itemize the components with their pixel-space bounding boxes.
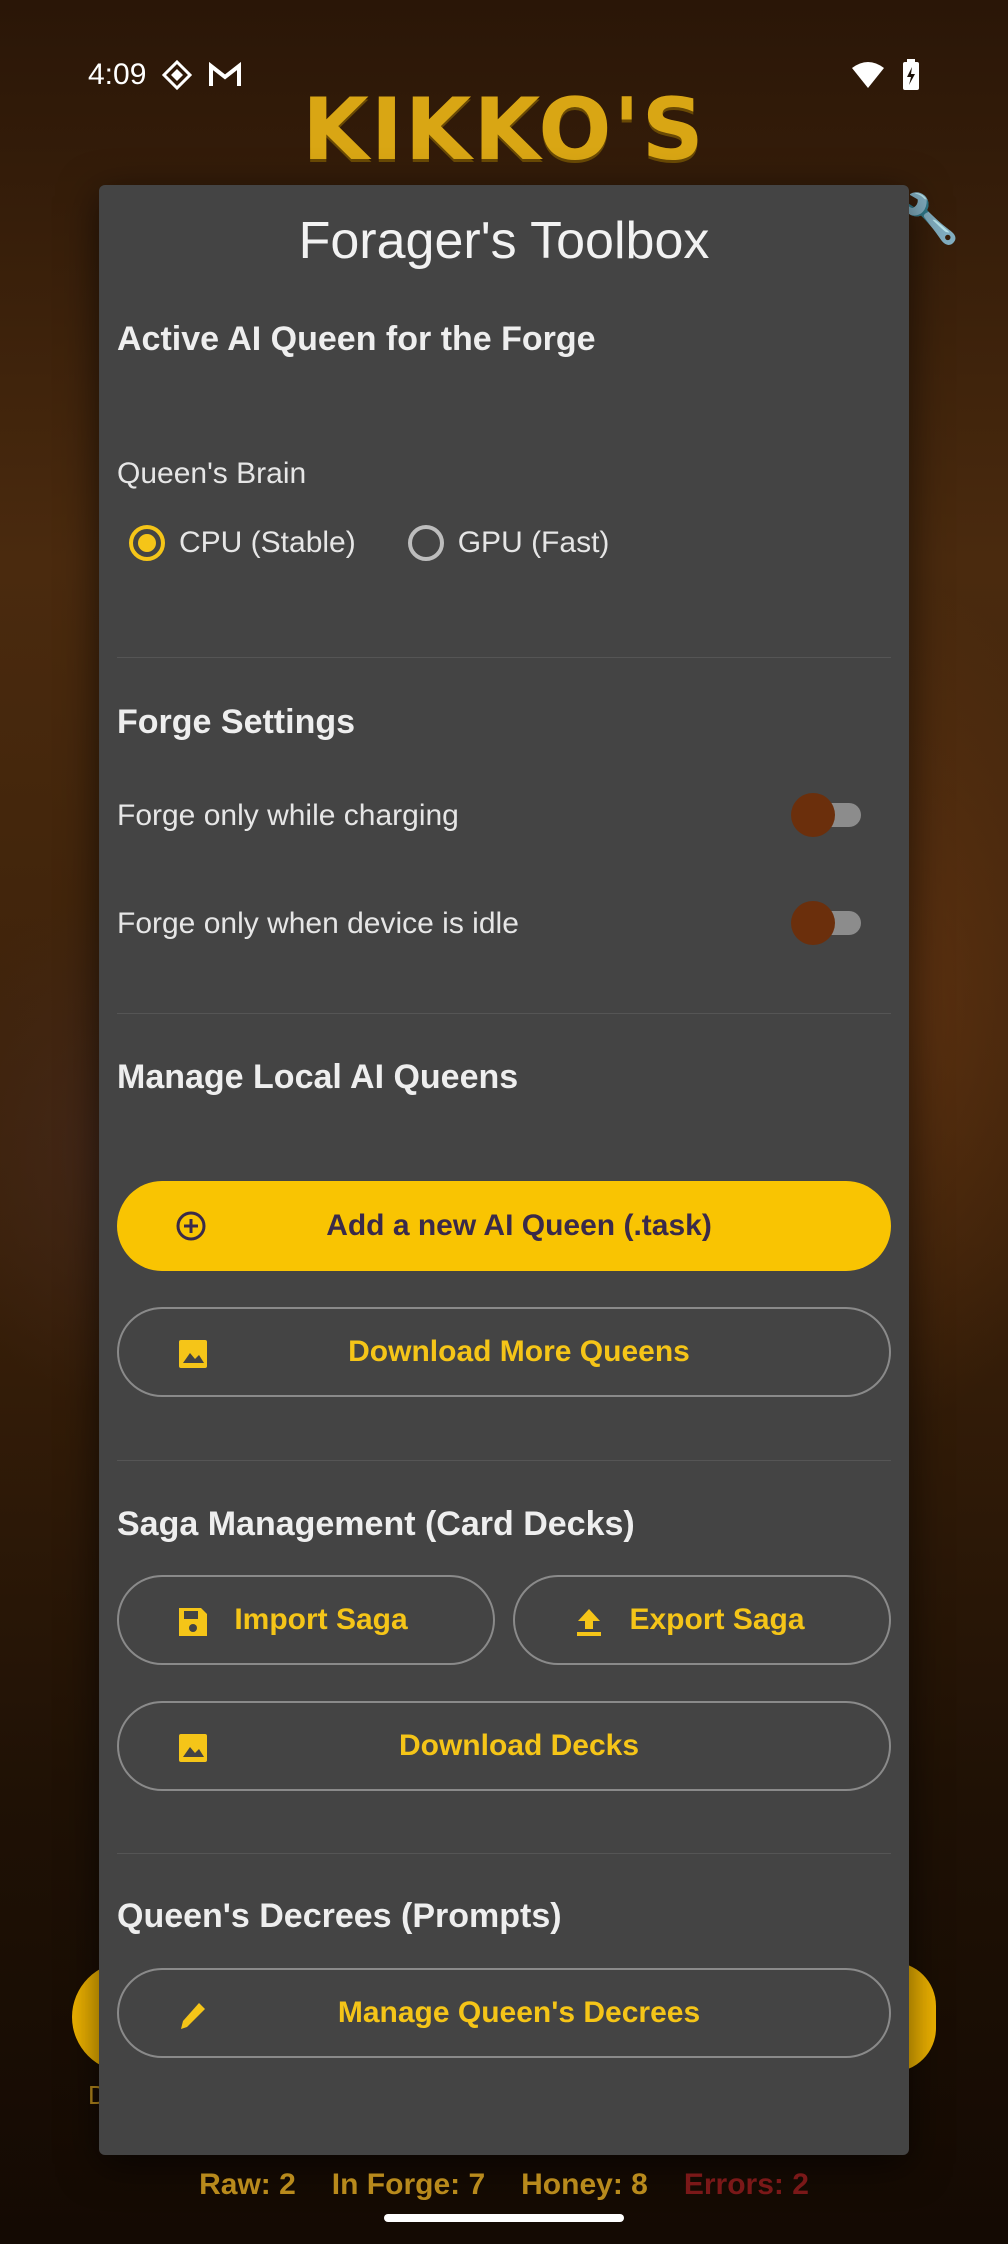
idle-label: Forge only when device is idle bbox=[117, 907, 519, 940]
radio-selected-icon bbox=[129, 525, 165, 561]
download-decks-label: Download Decks bbox=[398, 1729, 640, 1762]
export-saga-button[interactable]: Export Saga bbox=[513, 1575, 891, 1665]
radio-gpu-label: GPU (Fast) bbox=[457, 526, 610, 559]
radio-unselected-icon bbox=[407, 525, 444, 561]
divider bbox=[117, 1853, 891, 1854]
local-queens-heading: Manage Local AI Queens bbox=[117, 1058, 519, 1096]
add-queen-button[interactable]: Add a new AI Queen (.task) bbox=[117, 1181, 891, 1271]
save-icon bbox=[179, 1608, 207, 1636]
radio-cpu[interactable]: CPU (Stable) bbox=[129, 525, 356, 561]
decrees-heading: Queen's Decrees (Prompts) bbox=[117, 1897, 562, 1935]
add-queen-label: Add a new AI Queen (.task) bbox=[326, 1209, 712, 1242]
charging-label: Forge only while charging bbox=[117, 799, 459, 832]
active-queen-heading: Active AI Queen for the Forge bbox=[117, 320, 596, 358]
saga-heading: Saga Management (Card Decks) bbox=[117, 1505, 635, 1543]
toolbox-dialog: Forager's Toolbox Active AI Queen for th… bbox=[99, 185, 909, 2155]
forge-settings-heading: Forge Settings bbox=[117, 703, 356, 741]
download-queens-label: Download More Queens bbox=[348, 1335, 690, 1368]
image-icon bbox=[179, 1734, 207, 1762]
app-logo: KIKKO'S bbox=[302, 80, 706, 180]
download-decks-button[interactable]: Download Decks bbox=[117, 1701, 891, 1791]
dialog-title: Forager's Toolbox bbox=[298, 212, 710, 270]
pencil-icon bbox=[181, 2003, 205, 2029]
divider bbox=[117, 1460, 891, 1461]
divider bbox=[117, 1013, 891, 1014]
forge-stats-bar: Raw: 2 In Forge: 7 Honey: 8 Errors: 2 bbox=[0, 2168, 1008, 2202]
manage-decrees-button[interactable]: Manage Queen's Decrees bbox=[117, 1968, 891, 2058]
download-queens-button[interactable]: Download More Queens bbox=[117, 1307, 891, 1397]
stat-honey: Honey: 8 bbox=[521, 2168, 648, 2201]
idle-toggle[interactable] bbox=[791, 901, 865, 945]
brain-radio-group: CPU (Stable) GPU (Fast) bbox=[129, 525, 609, 561]
charging-toggle[interactable] bbox=[791, 793, 865, 837]
stat-in-forge: In Forge: 7 bbox=[331, 2168, 486, 2201]
radio-gpu[interactable]: GPU (Fast) bbox=[407, 525, 610, 561]
image-icon bbox=[179, 1340, 207, 1368]
add-circle-icon bbox=[176, 1211, 206, 1241]
upload-icon bbox=[577, 1609, 601, 1636]
stat-raw: Raw: 2 bbox=[199, 2168, 296, 2201]
import-saga-button[interactable]: Import Saga bbox=[117, 1575, 495, 1665]
home-indicator[interactable] bbox=[384, 2214, 624, 2222]
manage-decrees-label: Manage Queen's Decrees bbox=[337, 1996, 701, 2029]
radio-cpu-label: CPU (Stable) bbox=[179, 526, 356, 559]
queens-brain-label: Queen's Brain bbox=[117, 457, 307, 490]
stat-errors: Errors: 2 bbox=[683, 2168, 809, 2201]
divider bbox=[117, 657, 891, 658]
